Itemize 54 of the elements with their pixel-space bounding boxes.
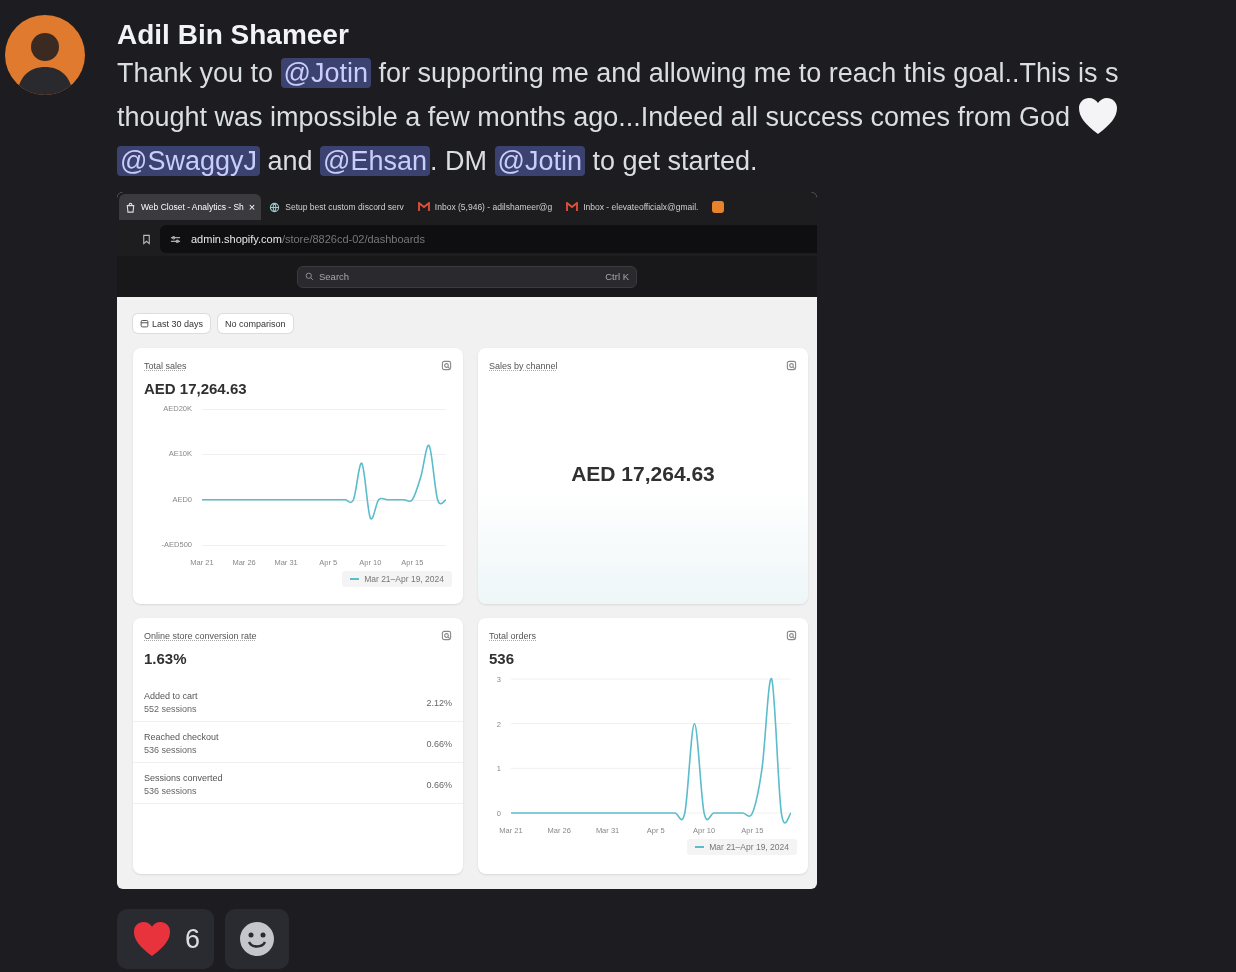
metric-value: 536 bbox=[489, 650, 516, 667]
card-title[interactable]: Sales by channel bbox=[489, 360, 558, 371]
mail-icon bbox=[417, 202, 430, 212]
chart-legend: Mar 21–Apr 19, 2024 bbox=[342, 571, 452, 587]
sliders-icon bbox=[170, 233, 181, 245]
chart-options-icon bbox=[786, 360, 797, 371]
message-text: Thank you to @Jotin for supporting me and allowing me to reach this goal..This is s thought was impossible a few months ago...Indeed all success comes from God @SwaggyJ and @Ehsan. DM @Jotin to get started. bbox=[117, 57, 1121, 178]
comparison-button[interactable]: No comparison bbox=[218, 314, 293, 333]
step-rate: 0.66% bbox=[426, 779, 452, 790]
bookmark-icon bbox=[141, 233, 152, 245]
metric-value: 1.63% bbox=[144, 650, 188, 667]
calendar-icon bbox=[140, 319, 149, 328]
browser-tab[interactable]: Inbox (5,946) - adilshameer@g bbox=[411, 194, 559, 220]
date-range-button[interactable]: Last 30 days bbox=[133, 314, 211, 333]
metric-value: AED 17,264.63 bbox=[144, 380, 248, 397]
search-field[interactable]: Search Ctrl K bbox=[297, 265, 637, 288]
globe-icon bbox=[269, 201, 281, 213]
card-title[interactable]: Online store conversion rate bbox=[144, 630, 257, 641]
shopping-bag-icon bbox=[125, 201, 136, 213]
address-bar[interactable]: admin.shopify.com/store/8826cd-02/dashboards bbox=[160, 225, 817, 253]
card-title[interactable]: Total sales bbox=[144, 360, 187, 371]
search-icon bbox=[305, 272, 314, 281]
mail-icon bbox=[566, 202, 579, 212]
step-label: Reached checkout bbox=[144, 732, 219, 742]
author-name[interactable]: Adil Bin Shameer bbox=[117, 17, 1236, 53]
legend-line-icon bbox=[350, 578, 360, 580]
mention-link[interactable]: @Ehsan bbox=[320, 146, 430, 176]
chart-options-icon bbox=[786, 630, 797, 641]
app-icon bbox=[712, 201, 725, 213]
heart-icon bbox=[1077, 96, 1120, 136]
step-rate: 0.66% bbox=[426, 738, 452, 749]
card-title[interactable]: Total orders bbox=[489, 630, 537, 641]
mention-link[interactable]: @SwaggyJ bbox=[117, 146, 260, 176]
mention-link[interactable]: @Jotin bbox=[280, 58, 372, 88]
step-rate: 2.12% bbox=[426, 697, 452, 708]
session-count: 552 sessions bbox=[144, 704, 198, 714]
metric-value: AED 17,264.63 bbox=[571, 461, 715, 487]
browser-tab[interactable]: Inbox - elevateofficialx@gmail. bbox=[560, 194, 705, 220]
session-count: 536 sessions bbox=[144, 745, 198, 755]
chart-legend: Mar 21–Apr 19, 2024 bbox=[687, 839, 797, 855]
chart-options-icon bbox=[441, 630, 452, 641]
reaction-button[interactable]: 6 bbox=[117, 909, 215, 969]
add-reaction-button[interactable] bbox=[225, 909, 290, 969]
chart-options-icon bbox=[441, 360, 452, 371]
mention-link[interactable]: @Jotin bbox=[494, 146, 585, 176]
session-count: 536 sessions bbox=[144, 786, 198, 796]
legend-line-icon bbox=[695, 846, 705, 848]
browser-tab[interactable]: Setup best custom discord serv bbox=[263, 194, 410, 220]
browser-tab[interactable]: Web Closet - Analytics - Sh × bbox=[119, 194, 262, 220]
step-label: Sessions converted bbox=[144, 773, 223, 783]
smiley-icon bbox=[239, 921, 276, 957]
step-label: Added to cart bbox=[144, 691, 198, 701]
heart-icon bbox=[131, 920, 173, 958]
close-button[interactable]: × bbox=[248, 201, 256, 213]
